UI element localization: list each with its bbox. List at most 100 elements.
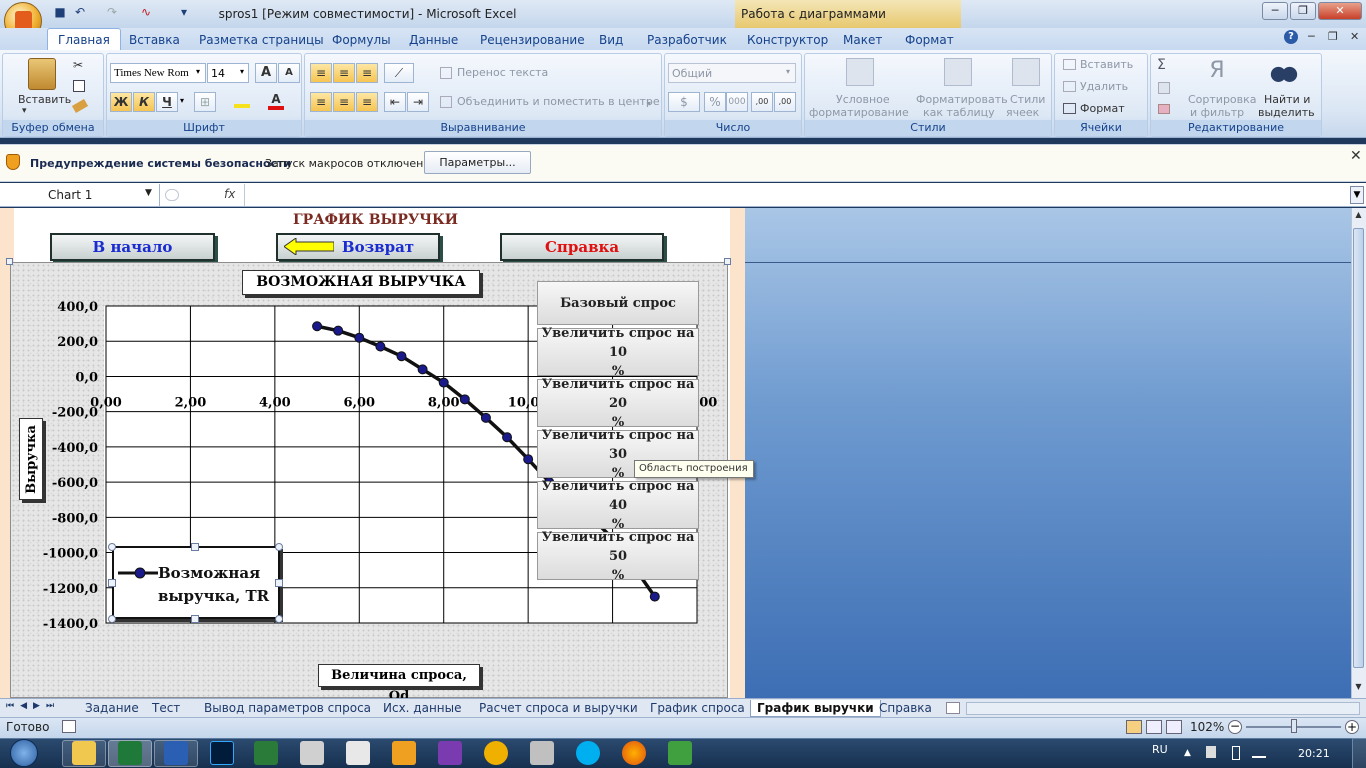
merge-dropdown-icon[interactable]: ▾ bbox=[647, 99, 651, 108]
sort-filter-label-1[interactable]: Сортировка bbox=[1188, 93, 1257, 106]
x-axis-title[interactable]: Величина спроса, Qd bbox=[318, 664, 480, 704]
app-icon-doc[interactable] bbox=[346, 741, 370, 765]
base-demand-button[interactable]: Базовый спрос bbox=[537, 281, 699, 325]
close-button[interactable]: ✕ bbox=[1318, 2, 1362, 20]
name-box-dropdown-icon[interactable]: ▼ bbox=[145, 188, 152, 198]
legend-handle[interactable] bbox=[108, 543, 116, 551]
media-player-icon[interactable] bbox=[392, 741, 416, 765]
font-size-dropdown-icon[interactable]: ▾ bbox=[240, 67, 244, 76]
tab-design[interactable]: Конструктор bbox=[747, 31, 828, 49]
sheet-tab-task[interactable]: Задание bbox=[85, 700, 139, 717]
increase-demand-50-button[interactable]: Увеличить спрос на 50% bbox=[537, 530, 699, 583]
legend-handle[interactable] bbox=[191, 615, 199, 623]
zoom-slider-thumb[interactable] bbox=[1291, 719, 1297, 733]
format-cells-button[interactable]: Формат bbox=[1080, 102, 1125, 115]
wrap-text-button[interactable]: Перенос текста bbox=[457, 66, 548, 79]
show-desktop-button[interactable] bbox=[1352, 738, 1366, 768]
paste-button-label[interactable]: Вставить bbox=[18, 93, 71, 106]
tab-review[interactable]: Рецензирование bbox=[480, 31, 585, 49]
increase-demand-40-button[interactable]: Увеличить спрос на 40% bbox=[537, 479, 699, 532]
ribbon-restore-icon[interactable]: ❐ bbox=[1328, 30, 1338, 43]
restore-button[interactable]: ❐ bbox=[1290, 2, 1316, 20]
page-break-view-icon[interactable] bbox=[1166, 720, 1182, 734]
borders-button[interactable]: ⊞ bbox=[194, 92, 216, 112]
security-options-button[interactable]: Параметры... bbox=[424, 151, 531, 174]
align-center-button[interactable]: ≡ bbox=[333, 92, 355, 112]
minimize-button[interactable]: ─ bbox=[1262, 2, 1288, 20]
tab-home[interactable]: Главная bbox=[47, 28, 121, 50]
clock[interactable]: 20:21 bbox=[1298, 747, 1330, 760]
app-icon-clapper[interactable] bbox=[530, 741, 554, 765]
legend-handle[interactable] bbox=[108, 615, 116, 623]
copy-icon[interactable] bbox=[73, 80, 85, 92]
paste-dropdown-icon[interactable]: ▾ bbox=[22, 106, 27, 116]
scroll-thumb[interactable] bbox=[1353, 228, 1364, 668]
tab-developer[interactable]: Разработчик bbox=[647, 31, 727, 49]
home-button[interactable]: В начало bbox=[50, 233, 215, 261]
autosum-icon[interactable]: Σ bbox=[1157, 57, 1166, 73]
normal-view-icon[interactable] bbox=[1126, 720, 1142, 734]
tab-formulas[interactable]: Формулы bbox=[332, 31, 391, 49]
sheet-nav-arrows-icon[interactable]: ⏮◀▶⏭ bbox=[6, 701, 60, 711]
macro-record-icon[interactable] bbox=[62, 720, 76, 733]
zoom-level[interactable]: 102% bbox=[1190, 720, 1224, 734]
increase-demand-10-button[interactable]: Увеличить спрос на 10% bbox=[537, 326, 699, 379]
tab-page-layout[interactable]: Разметка страницы bbox=[199, 31, 324, 49]
tray-expand-icon[interactable]: ▲ bbox=[1184, 748, 1191, 758]
cell-styles-label-2[interactable]: ячеек bbox=[1006, 106, 1039, 119]
find-select-icon[interactable] bbox=[1270, 60, 1298, 84]
align-middle-button[interactable]: ≡ bbox=[333, 63, 355, 83]
align-left-button[interactable]: ≡ bbox=[310, 92, 332, 112]
font-name-select[interactable]: Times New Rom bbox=[110, 63, 206, 83]
insert-cells-button[interactable]: Вставить bbox=[1080, 58, 1133, 71]
formula-bar-expand-icon[interactable] bbox=[165, 189, 179, 201]
font-name-dropdown-icon[interactable]: ▾ bbox=[196, 67, 200, 76]
orientation-button[interactable]: ⟋ bbox=[384, 63, 414, 83]
delete-cells-button[interactable]: Удалить bbox=[1080, 80, 1128, 93]
photoshop-icon[interactable] bbox=[210, 741, 234, 765]
conditional-formatting-icon[interactable] bbox=[846, 58, 874, 86]
back-arrow-icon[interactable] bbox=[284, 238, 334, 255]
sheet-tab-demand-chart[interactable]: График спроса bbox=[650, 700, 745, 717]
format-as-table-label-2[interactable]: как таблицу bbox=[923, 106, 995, 119]
sheet-tab-test[interactable]: Тест bbox=[152, 700, 180, 717]
format-as-table-label-1[interactable]: Форматировать bbox=[916, 93, 1008, 106]
underline-dropdown-icon[interactable]: ▾ bbox=[180, 96, 184, 105]
percent-button[interactable]: % bbox=[704, 92, 726, 112]
sheet-tab-demand-params[interactable]: Вывод параметров спроса bbox=[204, 700, 371, 717]
start-button[interactable] bbox=[2, 738, 50, 768]
italic-button[interactable]: К bbox=[133, 92, 155, 112]
find-select-label-1[interactable]: Найти и bbox=[1264, 93, 1310, 106]
font-color-icon[interactable]: A bbox=[268, 92, 284, 110]
zoom-in-icon[interactable]: + bbox=[1345, 720, 1359, 734]
formula-bar-collapse-icon[interactable]: ▼ bbox=[1350, 186, 1364, 204]
cell-styles-icon[interactable] bbox=[1012, 58, 1040, 86]
app-icon-triangle[interactable] bbox=[484, 741, 508, 765]
speaker-icon[interactable] bbox=[1206, 746, 1216, 758]
number-format-dropdown-icon[interactable]: ▾ bbox=[786, 67, 790, 76]
skype-icon[interactable] bbox=[576, 741, 600, 765]
grow-font-button[interactable]: A bbox=[255, 63, 277, 83]
increase-indent-button[interactable]: ⇥ bbox=[407, 92, 429, 112]
battery-icon[interactable] bbox=[1232, 746, 1240, 760]
align-bottom-button[interactable]: ≡ bbox=[356, 63, 378, 83]
paste-icon[interactable] bbox=[28, 58, 56, 90]
cell-styles-label-1[interactable]: Стили bbox=[1010, 93, 1045, 106]
decrease-indent-button[interactable]: ⇤ bbox=[384, 92, 406, 112]
help-button[interactable]: Справка bbox=[500, 233, 664, 261]
conditional-formatting-label-1[interactable]: Условное bbox=[836, 93, 890, 106]
new-sheet-icon[interactable] bbox=[946, 702, 960, 714]
increase-demand-20-button[interactable]: Увеличить спрос на 20% bbox=[537, 377, 699, 430]
legend-handle[interactable] bbox=[108, 579, 116, 587]
sheet-tab-revenue-chart[interactable]: График выручки bbox=[750, 700, 881, 717]
legend-handle[interactable] bbox=[275, 579, 283, 587]
align-right-button[interactable]: ≡ bbox=[356, 92, 378, 112]
underline-button[interactable]: Ч bbox=[156, 92, 178, 112]
tab-data[interactable]: Данные bbox=[409, 31, 458, 49]
legend-handle[interactable] bbox=[275, 615, 283, 623]
thousands-button[interactable]: 000 bbox=[726, 92, 748, 112]
clear-icon[interactable] bbox=[1158, 104, 1170, 114]
app-icon-a[interactable] bbox=[300, 741, 324, 765]
fill-color-icon[interactable] bbox=[234, 92, 250, 108]
scroll-up-icon[interactable]: ▲ bbox=[1352, 210, 1365, 224]
